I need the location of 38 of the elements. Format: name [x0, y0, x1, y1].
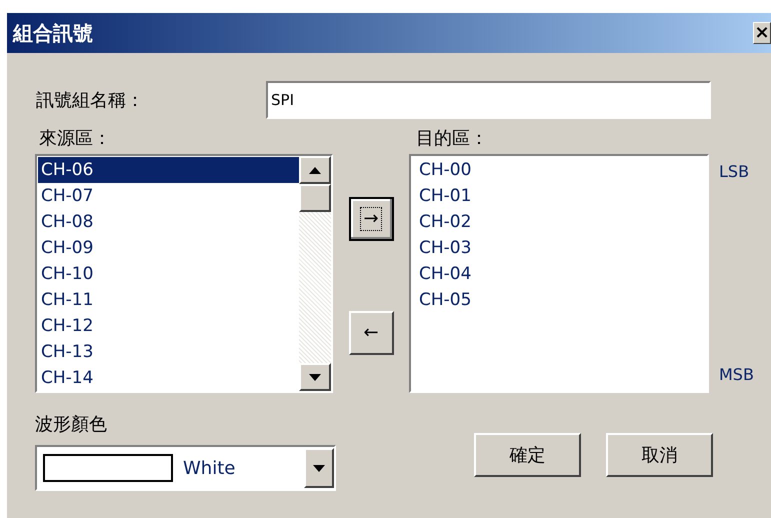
list-item[interactable]: CH-14 [38, 365, 299, 391]
list-item[interactable]: CH-08 [38, 209, 299, 235]
list-item[interactable]: CH-09 [38, 235, 299, 261]
list-item[interactable]: CH-07 [38, 183, 299, 209]
list-item[interactable]: CH-05 [416, 287, 707, 313]
down-arrow-icon [309, 374, 321, 380]
msb-label: MSB [719, 364, 754, 386]
scrollbar[interactable] [299, 156, 331, 391]
move-button[interactable]: ← [348, 311, 394, 355]
color-label: 波形顏色 [35, 413, 108, 437]
dropdown-button[interactable] [304, 448, 334, 488]
list-item[interactable]: CH-06 [38, 157, 299, 183]
window-title: 組合訊號 [13, 20, 93, 47]
close-button[interactable]: × [753, 22, 771, 44]
list-item[interactable]: CH-11 [38, 287, 299, 313]
list-item[interactable]: CH-04 [416, 261, 707, 287]
scroll-down-button[interactable] [299, 363, 331, 391]
list-item[interactable]: CH-00 [416, 157, 707, 183]
target-label: 目的區： [416, 126, 488, 150]
dialog-button[interactable]: 確定 [474, 433, 581, 477]
source-label: 來源區： [39, 126, 112, 150]
move-button[interactable]: → [348, 197, 394, 241]
scroll-thumb[interactable] [299, 184, 331, 212]
dialog-button[interactable]: 取消 [606, 433, 713, 477]
list-item[interactable]: CH-12 [38, 313, 299, 339]
field-label: 訊號組名稱： [36, 88, 145, 112]
list-item[interactable]: CH-10 [38, 261, 299, 287]
list-item[interactable]: CH-02 [416, 209, 707, 235]
up-arrow-icon [309, 166, 321, 174]
list-item[interactable]: CH-01 [416, 183, 707, 209]
color-value: White [183, 456, 236, 480]
scroll-up-button[interactable] [299, 156, 331, 184]
name-input-field[interactable]: SPI [266, 81, 711, 119]
down-arrow-icon [313, 464, 325, 472]
color-dropdown[interactable]: White [35, 445, 336, 491]
lsb-label: LSB [719, 161, 750, 183]
list-item[interactable]: CH-03 [416, 235, 707, 261]
list-item[interactable]: CH-13 [38, 339, 299, 365]
